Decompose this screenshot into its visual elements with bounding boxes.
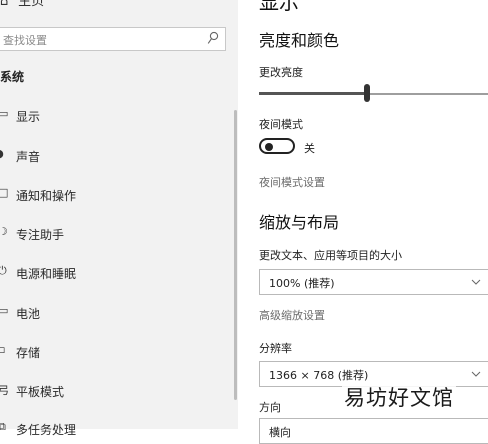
home-icon: ⌂ bbox=[0, 0, 9, 9]
home-label: 主页 bbox=[18, 0, 45, 9]
sidebar-item[interactable]: ▭ 电池 bbox=[0, 303, 230, 323]
sidebar-item-label: 电源和睡眠 bbox=[16, 267, 77, 281]
sidebar-item-label: 专注助手 bbox=[16, 228, 65, 242]
battery-icon: ▭ bbox=[0, 304, 9, 317]
search-icon bbox=[207, 31, 219, 44]
storage-icon: ▫ bbox=[0, 343, 6, 356]
section-heading-scale: 缩放与布局 bbox=[259, 213, 340, 232]
sidebar-item[interactable]: ☽ 专注助手 bbox=[0, 224, 230, 244]
sidebar-item[interactable]: ◗ 声音 bbox=[0, 146, 230, 166]
brightness-slider-fill bbox=[259, 92, 367, 95]
sidebar: ⌂ 主页 查找设置 系统 ▭ 显示 ◗ 声音 □ 通知和操作 ☽ 专注助手 ⏻ 电源和睡眠 ▭ 电池 ▫… bbox=[0, 0, 238, 437]
search-input[interactable]: 查找设置 bbox=[0, 27, 226, 51]
tablet-mode-icon: 弓 bbox=[0, 384, 9, 397]
sidebar-scrollbar[interactable] bbox=[234, 110, 237, 400]
sidebar-item-label: 显示 bbox=[16, 110, 41, 124]
search-placeholder: 查找设置 bbox=[3, 34, 47, 47]
group-title-system: 系统 bbox=[0, 70, 25, 84]
sidebar-item-home[interactable]: ⌂ 主页 bbox=[0, 0, 44, 9]
sidebar-item-label: 声音 bbox=[16, 150, 41, 164]
orientation-label: 方向 bbox=[259, 401, 281, 414]
night-light-settings-link[interactable]: 夜间模式设置 bbox=[259, 174, 325, 190]
chevron-down-icon bbox=[471, 371, 481, 377]
sidebar-item-label: 通知和操作 bbox=[16, 189, 77, 203]
scale-label: 更改文本、应用等项目的大小 bbox=[259, 249, 402, 262]
resolution-label: 分辨率 bbox=[259, 342, 292, 355]
sidebar-item[interactable]: ⏻ 电源和睡眠 bbox=[0, 263, 230, 283]
advanced-scaling-link[interactable]: 高级缩放设置 bbox=[259, 307, 325, 323]
sidebar-item[interactable]: 弓平板模式 bbox=[0, 381, 230, 401]
sidebar-item-label: 多任务处理 bbox=[16, 423, 77, 437]
display-icon: ▭ bbox=[0, 107, 9, 120]
toggle-knob bbox=[265, 143, 273, 151]
sidebar-item[interactable]: ⧉ 多任务处理 bbox=[0, 419, 230, 439]
orientation-value: 横向 bbox=[269, 426, 291, 439]
focus-assist-icon: ☽ bbox=[0, 225, 8, 238]
night-light-label: 夜间模式 bbox=[259, 118, 303, 131]
sidebar-item[interactable]: ▭ 显示 bbox=[0, 106, 230, 126]
sidebar-item-label: 平板模式 bbox=[16, 385, 65, 399]
multitasking-icon: ⧉ bbox=[0, 420, 6, 433]
scale-value: 100% (推荐) bbox=[269, 277, 335, 290]
sidebar-item[interactable]: ▫ 存储 bbox=[0, 342, 230, 362]
orientation-dropdown[interactable]: 横向 bbox=[259, 418, 488, 444]
speaker-icon: ◗ bbox=[0, 147, 4, 160]
scale-dropdown[interactable]: 100% (推荐) bbox=[259, 269, 488, 295]
notifications-icon: □ bbox=[0, 186, 9, 199]
sidebar-item-label: 电池 bbox=[16, 307, 41, 321]
night-light-state: 关 bbox=[304, 142, 315, 155]
sidebar-item[interactable]: □ 通知和操作 bbox=[0, 185, 230, 205]
section-heading-brightness: 亮度和颜色 bbox=[259, 31, 340, 50]
watermark: 易坊好文馆 bbox=[342, 382, 456, 412]
brightness-label: 更改亮度 bbox=[259, 66, 303, 79]
sidebar-item-label: 存储 bbox=[16, 346, 41, 360]
page-title: 显示 bbox=[259, 0, 299, 14]
brightness-slider-thumb[interactable] bbox=[363, 84, 370, 102]
main-content: 显示 亮度和颜色 更改亮度 夜间模式 关 夜间模式设置 缩放与布局 更改文本、应… bbox=[238, 0, 488, 444]
chevron-down-icon bbox=[471, 279, 481, 285]
resolution-value: 1366 × 768 (推荐) bbox=[269, 369, 369, 382]
power-icon: ⏻ bbox=[0, 264, 7, 277]
night-light-toggle[interactable] bbox=[259, 138, 295, 154]
